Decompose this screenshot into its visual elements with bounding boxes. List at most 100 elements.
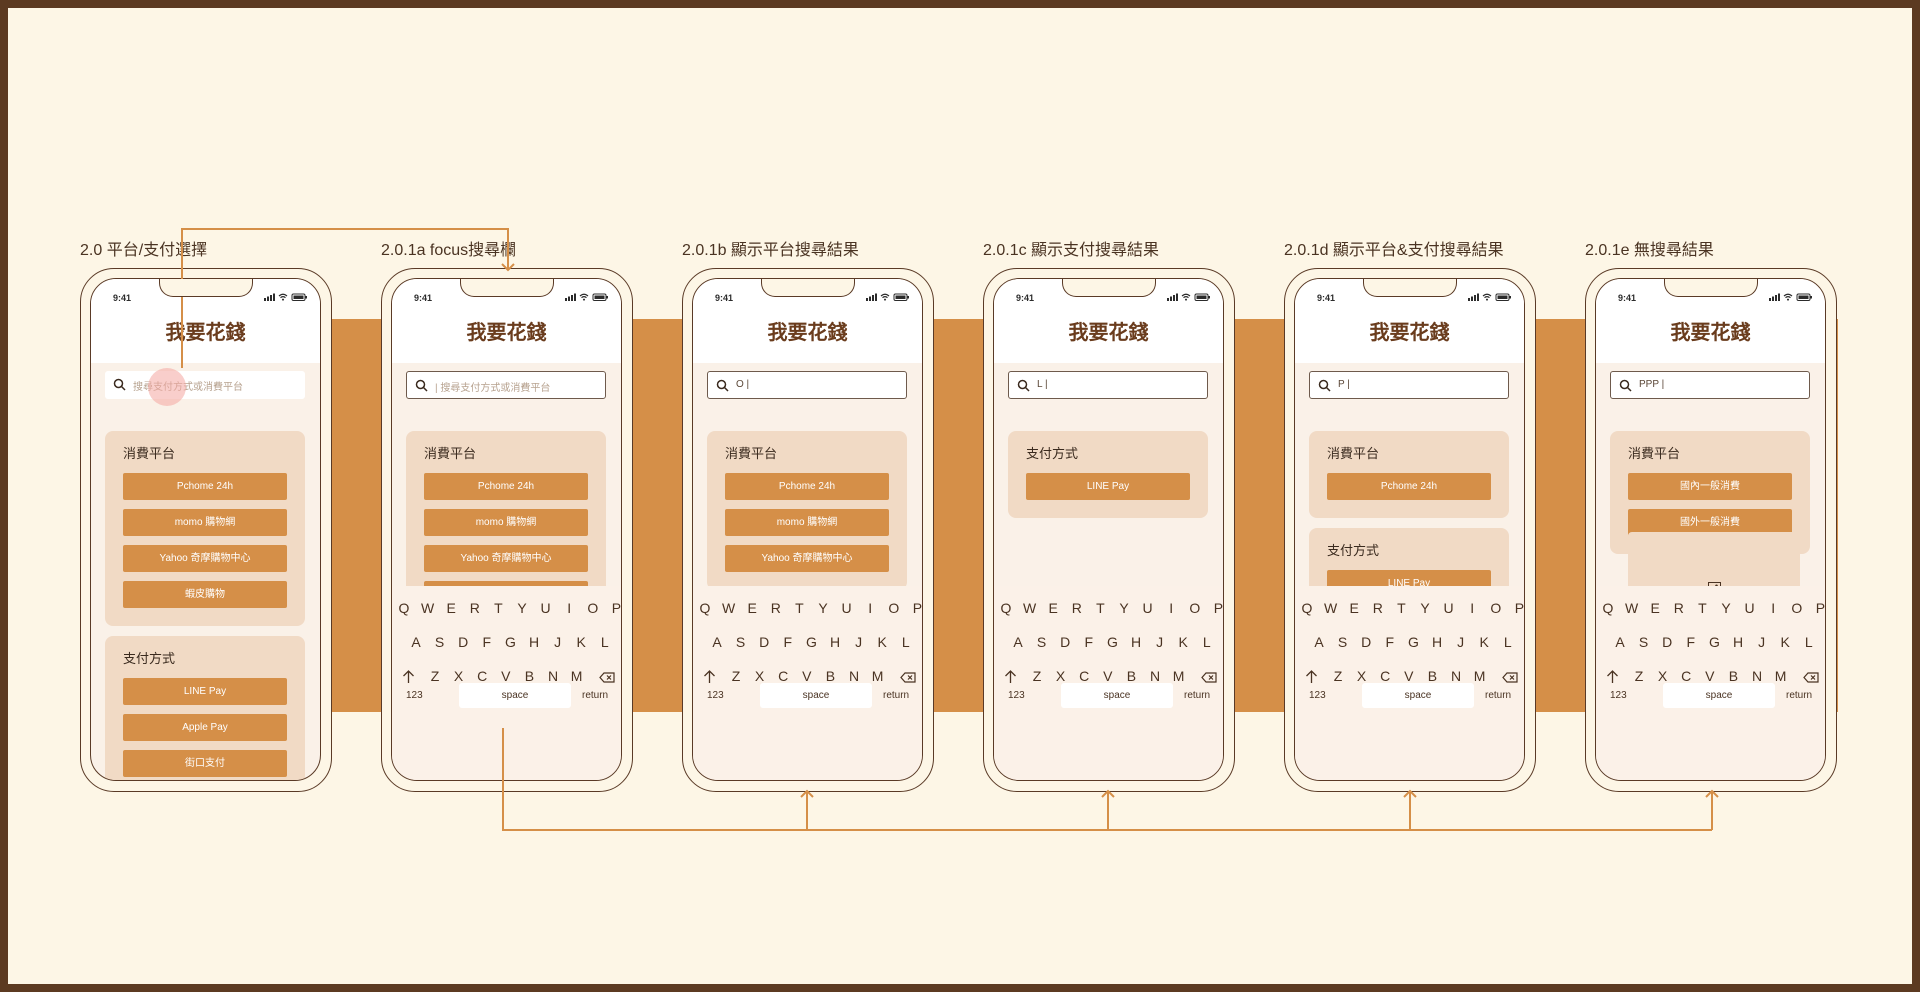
key[interactable]: T [1090, 600, 1110, 616]
key[interactable]: R [1067, 600, 1087, 616]
key[interactable]: F [1079, 634, 1099, 650]
key[interactable]: K [1775, 634, 1795, 650]
key[interactable]: N [543, 668, 563, 684]
return-key[interactable]: return [883, 690, 909, 701]
key[interactable]: L [595, 634, 615, 650]
key[interactable]: L [1498, 634, 1518, 650]
key[interactable]: Z [1328, 668, 1348, 684]
option-button[interactable]: LINE Pay [123, 678, 287, 705]
key[interactable]: E [742, 600, 762, 616]
key[interactable]: Z [726, 668, 746, 684]
key[interactable]: D [453, 634, 473, 650]
key[interactable]: S [1634, 634, 1654, 650]
key[interactable]: D [754, 634, 774, 650]
key[interactable]: S [430, 634, 450, 650]
key[interactable]: I [1462, 600, 1482, 616]
key[interactable]: Q [394, 600, 414, 616]
key[interactable]: X [1653, 668, 1673, 684]
space-key[interactable]: space [1061, 683, 1173, 708]
key[interactable]: V [797, 668, 817, 684]
key[interactable]: U [1439, 600, 1459, 616]
key[interactable]: R [1669, 600, 1689, 616]
key[interactable]: Q [1598, 600, 1618, 616]
key[interactable]: S [731, 634, 751, 650]
key[interactable]: F [477, 634, 497, 650]
search-input[interactable]: O | [707, 371, 907, 399]
key[interactable]: R [465, 600, 485, 616]
key[interactable]: M [1470, 668, 1490, 684]
key[interactable]: N [1747, 668, 1767, 684]
key[interactable]: Y [1415, 600, 1435, 616]
key[interactable]: O [1185, 600, 1205, 616]
space-key[interactable]: space [1663, 683, 1775, 708]
key[interactable]: L [896, 634, 916, 650]
key[interactable]: C [773, 668, 793, 684]
backspace-icon[interactable] [900, 672, 916, 683]
key[interactable]: H [1427, 634, 1447, 650]
key[interactable]: W [1321, 600, 1341, 616]
key[interactable]: B [1723, 668, 1743, 684]
key[interactable]: P [1208, 600, 1223, 616]
key[interactable]: A [1610, 634, 1630, 650]
key[interactable]: I [559, 600, 579, 616]
key[interactable]: K [1173, 634, 1193, 650]
numbers-key[interactable]: 123 [1610, 690, 1627, 701]
numbers-key[interactable]: 123 [1008, 690, 1025, 701]
key[interactable]: D [1356, 634, 1376, 650]
backspace-icon[interactable] [1502, 672, 1518, 683]
key[interactable]: C [1074, 668, 1094, 684]
key[interactable]: C [1676, 668, 1696, 684]
key[interactable]: B [820, 668, 840, 684]
key[interactable]: G [801, 634, 821, 650]
key[interactable]: V [1399, 668, 1419, 684]
option-button[interactable]: Apple Pay [123, 714, 287, 741]
key[interactable]: K [872, 634, 892, 650]
option-button[interactable]: LINE Pay [1026, 473, 1190, 500]
key[interactable]: I [860, 600, 880, 616]
key[interactable]: F [1681, 634, 1701, 650]
key[interactable]: N [844, 668, 864, 684]
option-button[interactable]: momo 購物網 [123, 509, 287, 536]
key[interactable]: E [1043, 600, 1063, 616]
key[interactable]: H [825, 634, 845, 650]
key[interactable]: C [1375, 668, 1395, 684]
option-button[interactable]: Yahoo 奇摩購物中心 [123, 545, 287, 572]
numbers-key[interactable]: 123 [1309, 690, 1326, 701]
key[interactable]: S [1333, 634, 1353, 650]
key[interactable]: V [1700, 668, 1720, 684]
key[interactable]: P [1509, 600, 1524, 616]
key[interactable]: M [1771, 668, 1791, 684]
key[interactable]: H [1126, 634, 1146, 650]
shift-arrow-icon[interactable] [703, 669, 716, 684]
key[interactable]: V [1098, 668, 1118, 684]
key[interactable]: W [1622, 600, 1642, 616]
key[interactable]: C [472, 668, 492, 684]
key[interactable]: Y [813, 600, 833, 616]
key[interactable]: E [1645, 600, 1665, 616]
key[interactable]: T [1391, 600, 1411, 616]
option-button[interactable]: Yahoo 奇摩購物中心 [725, 545, 889, 572]
option-button[interactable]: Pchome 24h [123, 473, 287, 500]
key[interactable]: X [1051, 668, 1071, 684]
key[interactable]: A [406, 634, 426, 650]
option-button[interactable]: momo 購物網 [725, 509, 889, 536]
return-key[interactable]: return [1184, 690, 1210, 701]
key[interactable]: L [1197, 634, 1217, 650]
option-button[interactable]: Yahoo 奇摩購物中心 [424, 545, 588, 572]
shift-arrow-icon[interactable] [402, 669, 415, 684]
key[interactable]: A [707, 634, 727, 650]
key[interactable]: J [849, 634, 869, 650]
option-button[interactable]: 街口支付 [123, 750, 287, 777]
key[interactable]: U [1740, 600, 1760, 616]
key[interactable]: Y [1114, 600, 1134, 616]
key[interactable]: I [1161, 600, 1181, 616]
key[interactable]: X [449, 668, 469, 684]
key[interactable]: G [1704, 634, 1724, 650]
key[interactable]: K [1474, 634, 1494, 650]
key[interactable]: X [1352, 668, 1372, 684]
key[interactable]: O [1486, 600, 1506, 616]
shift-arrow-icon[interactable] [1004, 669, 1017, 684]
key[interactable]: K [571, 634, 591, 650]
key[interactable]: U [1138, 600, 1158, 616]
key[interactable]: O [884, 600, 904, 616]
